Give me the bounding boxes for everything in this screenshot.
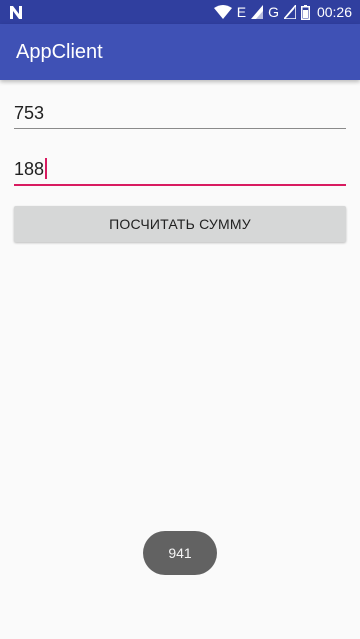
status-bar: E G 00:26 — [0, 0, 360, 24]
network-type-g-label: G — [268, 4, 279, 20]
first-number-input[interactable]: 753 — [14, 99, 346, 129]
result-toast: 941 — [143, 531, 217, 575]
signal-icon-1 — [251, 5, 264, 19]
n-notification-icon — [10, 5, 22, 19]
status-bar-time: 00:26 — [316, 4, 352, 20]
status-bar-right: E G 00:26 — [213, 3, 352, 21]
wifi-icon — [213, 5, 232, 19]
status-bar-left — [10, 3, 22, 21]
calculate-sum-button[interactable]: ПОСЧИТАТЬ СУММУ — [14, 206, 346, 242]
second-number-value: 188 — [14, 159, 45, 179]
app-bar: AppClient — [0, 24, 360, 80]
second-number-wrapper: 188 — [14, 155, 48, 183]
app-title: AppClient — [16, 41, 103, 63]
network-type-e-label: E — [236, 4, 247, 20]
second-number-input[interactable]: 188 — [14, 155, 346, 186]
first-number-value: 753 — [14, 103, 45, 123]
battery-icon — [300, 4, 310, 20]
second-number-underline — [14, 184, 346, 186]
first-number-underline — [14, 128, 346, 129]
text-cursor — [45, 158, 48, 179]
signal-icon-2 — [283, 5, 296, 19]
